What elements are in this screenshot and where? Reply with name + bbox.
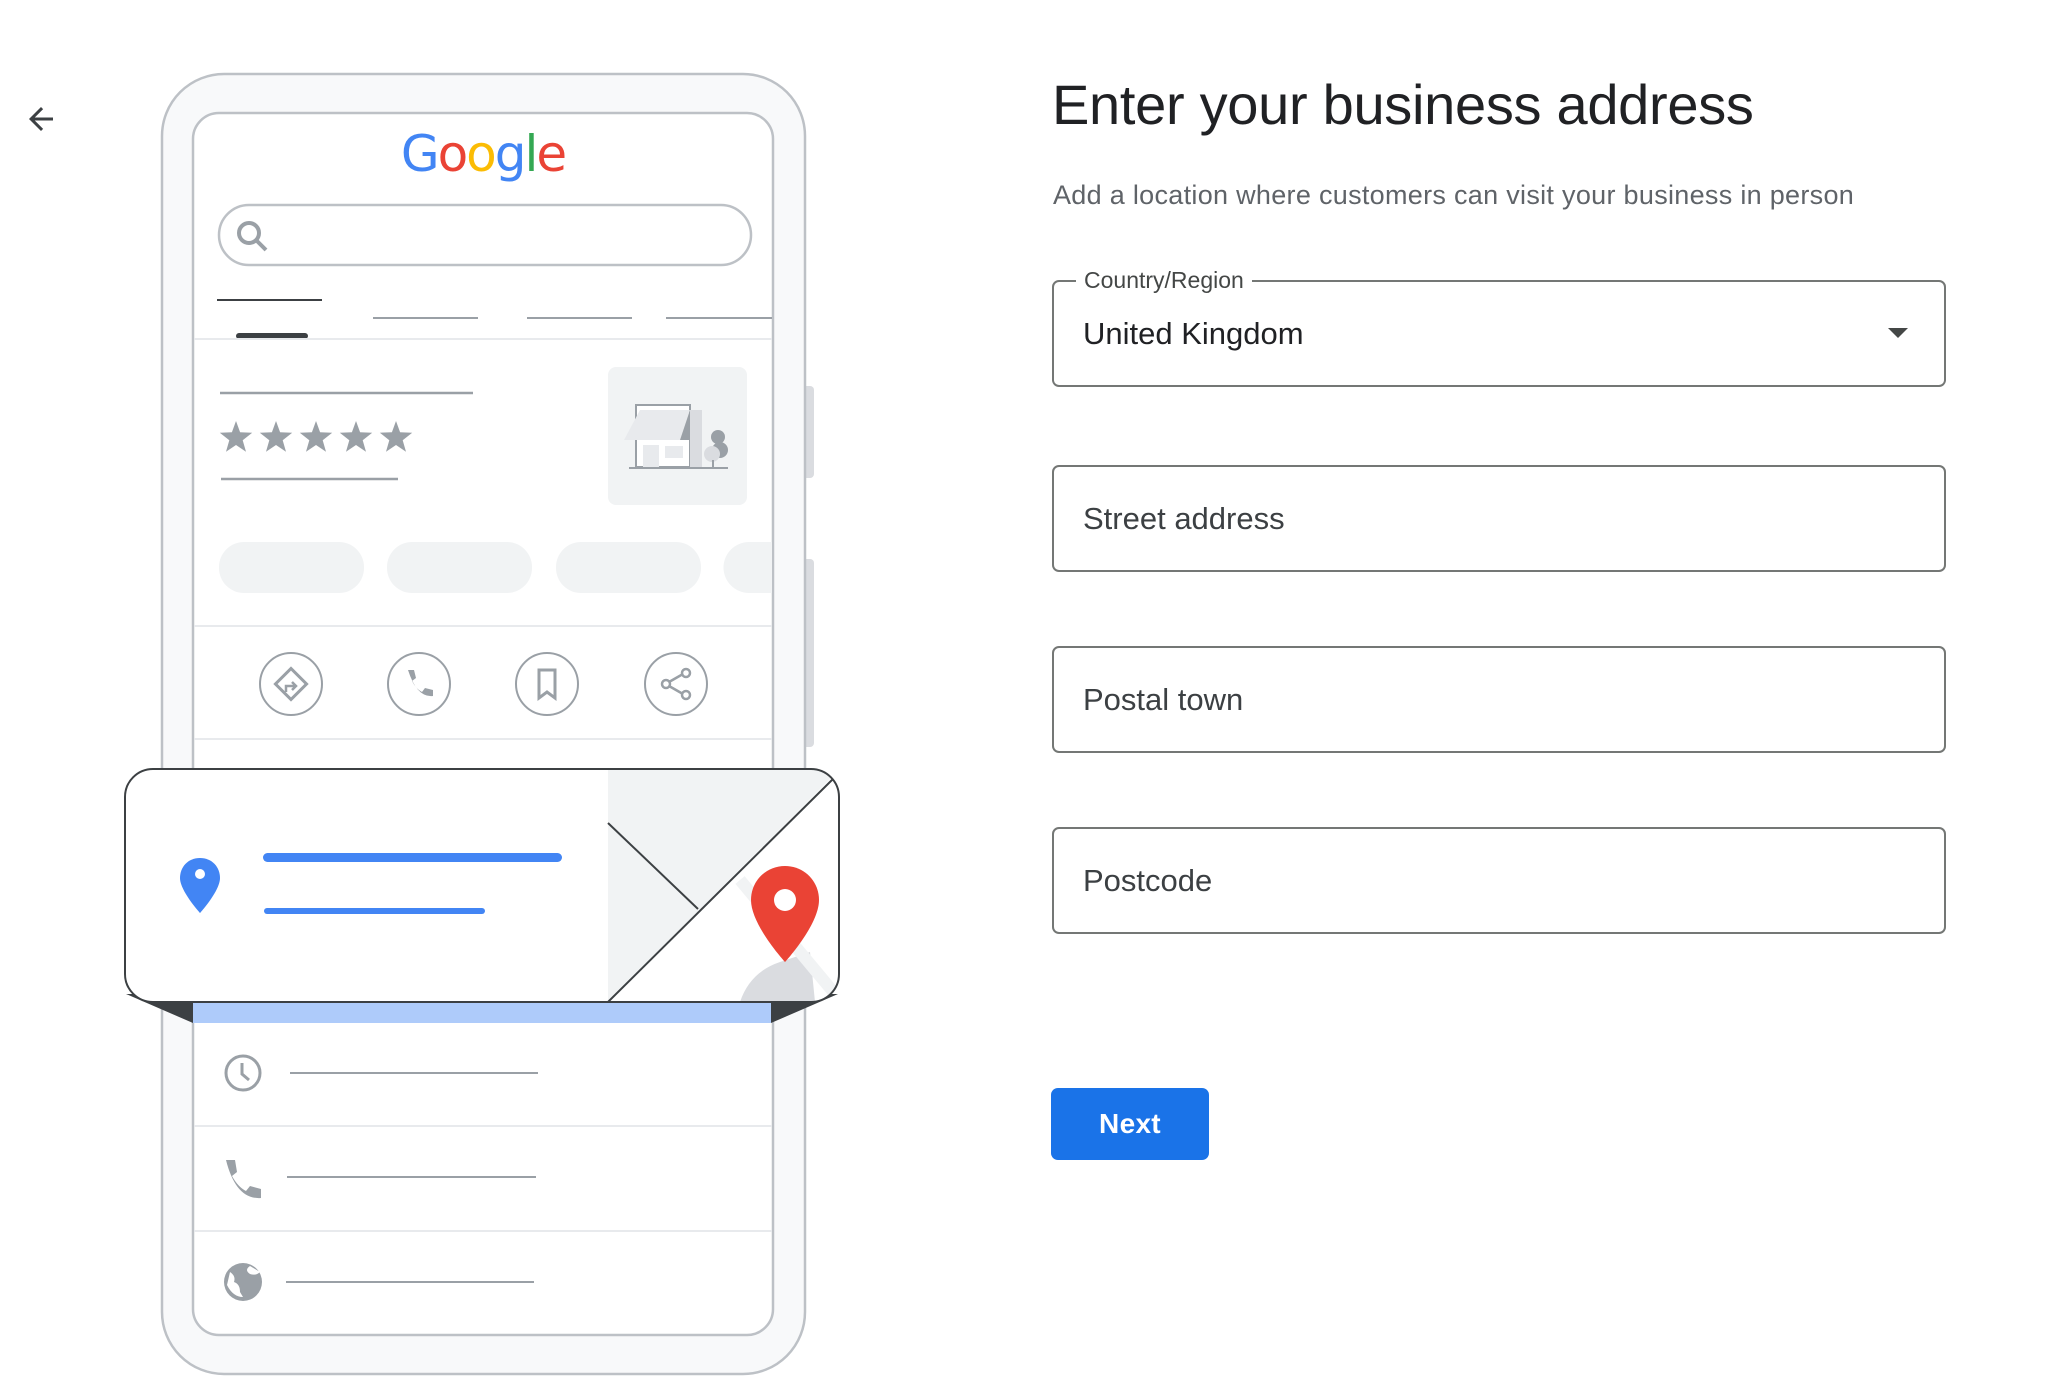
- dropdown-arrow-icon[interactable]: [1888, 328, 1908, 338]
- business-profile-illustration: Google: [124, 72, 840, 1376]
- street-address-input[interactable]: [1083, 467, 1863, 570]
- bookmark-icon: [515, 652, 579, 716]
- street-address-field[interactable]: [1052, 465, 1946, 572]
- logo-letter: o: [466, 125, 495, 183]
- country-region-value[interactable]: United Kingdom: [1083, 282, 1863, 385]
- postal-town-input[interactable]: [1083, 648, 1863, 751]
- logo-letter: l: [525, 125, 537, 183]
- globe-icon: [224, 1263, 262, 1301]
- share-icon: [644, 652, 708, 716]
- postal-town-field[interactable]: [1052, 646, 1946, 753]
- country-region-select[interactable]: Country/Region United Kingdom: [1052, 267, 1946, 387]
- postcode-input[interactable]: [1083, 829, 1863, 932]
- directions-icon: [259, 652, 323, 716]
- page-title: Enter your business address: [1052, 73, 1754, 136]
- mock-chip: [556, 542, 701, 593]
- mock-chip: [387, 542, 532, 593]
- call-icon: [387, 652, 451, 716]
- logo-letter: G: [401, 125, 438, 183]
- card-highlight-band: [193, 1002, 771, 1023]
- page-subtitle: Add a location where customers can visit…: [1053, 180, 1855, 210]
- phone-screen: [191, 111, 775, 1337]
- google-logo: Google: [401, 125, 566, 183]
- logo-letter: o: [438, 125, 467, 183]
- mock-address-line: [264, 908, 485, 914]
- mock-address-line: [263, 853, 562, 862]
- logo-letter: g: [495, 125, 525, 183]
- logo-letter: e: [536, 125, 565, 183]
- next-button[interactable]: Next: [1051, 1088, 1209, 1160]
- mock-chip: [219, 542, 364, 593]
- postcode-field[interactable]: [1052, 827, 1946, 934]
- mock-search-bar: [217, 203, 753, 267]
